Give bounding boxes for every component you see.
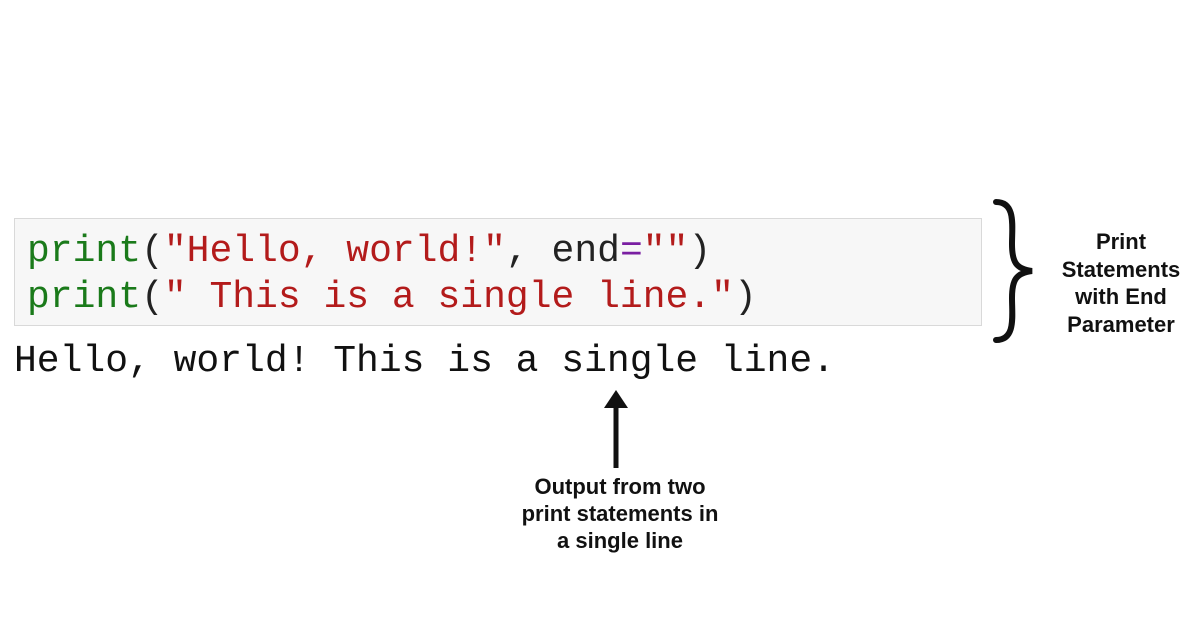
output-text: Hello, world! This is a single line. bbox=[14, 340, 835, 383]
arrow-up-icon bbox=[596, 390, 636, 470]
code-block: print("Hello, world!", end="") print(" T… bbox=[14, 218, 982, 326]
code-param-1: end bbox=[552, 230, 620, 273]
code-string-1: "Hello, world!" bbox=[164, 230, 506, 273]
annotation-bottom: Output from two print statements in a si… bbox=[520, 474, 720, 554]
code-op-1: = bbox=[620, 230, 643, 273]
code-string-2: " This is a single line." bbox=[164, 276, 734, 319]
brace-icon bbox=[988, 196, 1036, 346]
code-close-1: ) bbox=[688, 230, 711, 273]
code-value-1: "" bbox=[643, 230, 689, 273]
code-func-1: print bbox=[27, 230, 141, 273]
code-open-2: ( bbox=[141, 276, 164, 319]
annotation-right: Print Statements with End Parameter bbox=[1046, 228, 1196, 338]
code-comma-1: , bbox=[506, 230, 552, 273]
code-open-1: ( bbox=[141, 230, 164, 273]
code-func-2: print bbox=[27, 276, 141, 319]
code-close-2: ) bbox=[734, 276, 757, 319]
